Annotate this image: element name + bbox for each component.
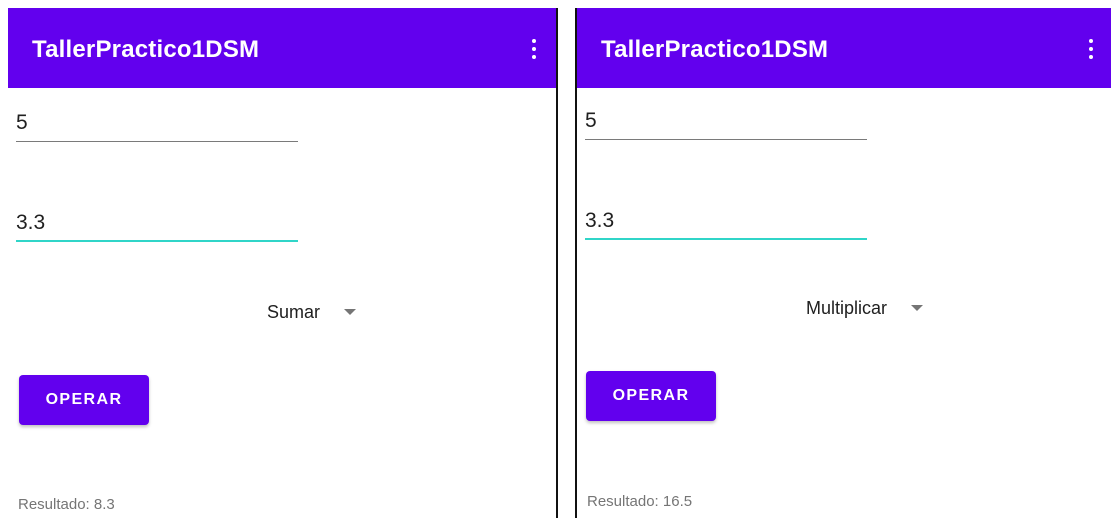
result-label: Resultado: 16.5 [587,493,693,510]
app-bar: TallerPractico1DSM [8,8,556,88]
second-number-input[interactable] [585,204,867,238]
dropdown-arrow-icon [344,309,356,315]
first-number-input[interactable] [16,106,298,140]
second-number-input[interactable] [16,206,298,240]
operar-button[interactable]: OPERAR [586,371,716,421]
app-title: TallerPractico1DSM [601,36,829,63]
screen-sumar: TallerPractico1DSM Sumar OPERAR Resultad… [8,8,558,518]
operation-selected: Sumar [266,302,320,322]
first-number-field[interactable] [16,106,298,142]
app-title: TallerPractico1DSM [32,36,260,63]
second-number-field[interactable] [16,206,298,242]
operation-spinner[interactable]: Multiplicar [727,294,923,324]
result-label: Resultado: 8.3 [18,496,115,513]
second-number-field[interactable] [585,204,867,240]
field-underline-focused [585,238,867,240]
first-number-input[interactable] [585,104,867,138]
first-number-field[interactable] [585,104,867,140]
operation-selected: Multiplicar [805,298,887,318]
operar-button[interactable]: OPERAR [19,375,149,425]
more-vert-icon[interactable] [1087,38,1095,62]
field-underline [16,141,298,142]
field-underline [585,139,867,140]
app-bar: TallerPractico1DSM [577,8,1111,88]
operation-spinner[interactable]: Sumar [168,298,356,328]
dropdown-arrow-icon [911,305,923,311]
field-underline-focused [16,240,298,242]
screen-multiplicar: TallerPractico1DSM Multiplicar OPERAR Re… [575,8,1111,518]
screenshot-stage: TallerPractico1DSM Sumar OPERAR Resultad… [0,0,1111,518]
more-vert-icon[interactable] [530,38,538,62]
